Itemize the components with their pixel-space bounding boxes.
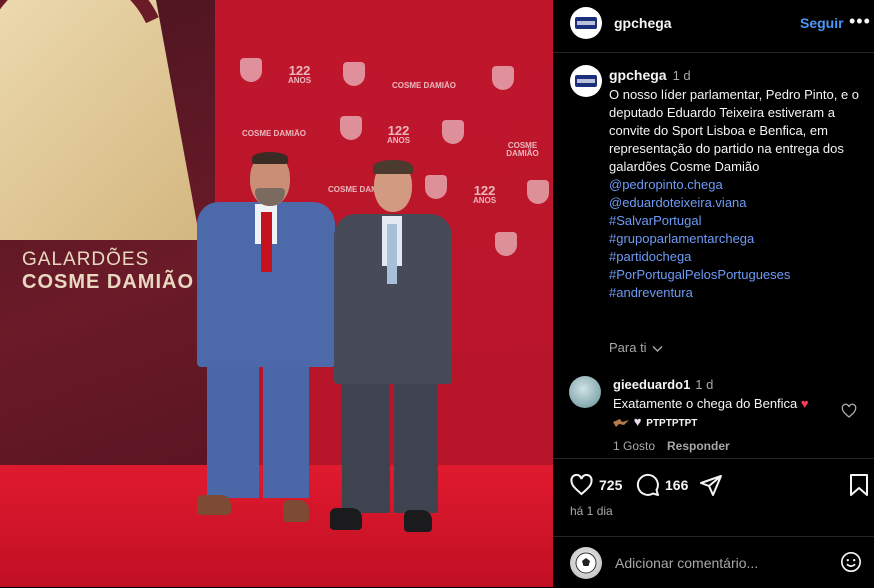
current-user-avatar [570,547,602,579]
comment-emoji-line: ♥ PTPTPTPT [613,414,697,429]
anniversary-mark: 122 ANOS [387,123,411,145]
comments-count[interactable]: 166 [665,477,688,493]
hashtag-link[interactable]: #SalvarPortugal [609,212,864,230]
likes-count[interactable]: 725 [599,477,622,493]
soccer-ball-icon [575,552,597,574]
share-send-icon[interactable] [699,473,723,497]
comment-like-heart-icon[interactable] [841,403,857,419]
anniversary-mark: 122 ANOS [288,63,312,85]
hashtag-link[interactable]: #PorPortugalPelosPortugueses [609,266,864,284]
mention-link[interactable]: @eduardoteixeira.viana [609,194,864,212]
comment-reply-button[interactable]: Responder [667,439,730,453]
comment-like-count[interactable]: 1 Gosto [613,439,655,453]
author-avatar[interactable] [570,7,602,39]
benfica-crest-icon [343,62,365,86]
benfica-crest-icon [527,180,549,204]
follow-button[interactable]: Seguir [800,15,844,31]
author-username[interactable]: gpchega [614,15,672,31]
caption-timestamp[interactable]: 1 d [673,68,691,83]
chevron-down-icon [652,345,663,352]
backdrop-title-line2: COSME DAMIÃO [22,270,194,293]
post-header: gpchega Seguir ••• [553,0,874,53]
add-comment-input[interactable] [615,555,825,571]
mention-link[interactable]: @pedropinto.chega [609,176,864,194]
hashtag-link[interactable]: #grupoparlamentarchega [609,230,864,248]
comment-timestamp: 1 d [695,377,714,392]
post-sidebar: gpchega Seguir ••• gpchega 1 d O nosso lí… [553,0,874,587]
hashtag-link[interactable]: #andreventura [609,284,864,302]
caption-tags: @pedropinto.chega @eduardoteixeira.viana #… [609,176,864,302]
brand-mark: COSME DAMIÃO [392,81,456,90]
red-heart-icon: ♥ [800,396,809,411]
commenter-username[interactable]: gieeduardo1 [613,377,690,392]
caption-text: O nosso líder parlamentar, Pedro Pinto, … [609,87,860,174]
comment-text: Exatamente o chega do Benfica ♥ [613,396,809,411]
benfica-crest-icon [340,116,362,140]
see-translation-link[interactable]: Para ti [609,340,663,355]
save-bookmark-icon[interactable] [849,473,869,497]
post-photo[interactable]: GALARDÕES COSME DAMIÃO 122 ANOS COSME DAM… [0,0,553,587]
caption-author-avatar[interactable] [570,65,602,97]
person-left [195,150,340,530]
hashtag-link[interactable]: #partidochega [609,248,864,266]
brand-mark: COSME DAMIÃO [506,141,539,158]
benfica-crest-icon [492,66,514,90]
post-actions-bar: 725 166 há 1 dia [553,458,874,529]
emoji-smiley-icon[interactable] [840,551,862,573]
like-heart-icon[interactable] [569,473,594,497]
caption-username[interactable]: gpchega [609,67,667,83]
commenter-avatar[interactable] [569,376,601,408]
benfica-crest-icon [240,58,262,82]
person-right [330,158,460,548]
backdrop-title: GALARDÕES COSME DAMIÃO [22,249,194,293]
white-heart-icon: ♥ [633,414,642,429]
brand-mark: COSME DAMIÃO [242,129,306,138]
more-options-icon[interactable]: ••• [849,11,871,32]
anniversary-mark: 122 ANOS [473,183,497,205]
chega-logo-icon [574,75,598,87]
backdrop-title-line1: GALARDÕES [22,249,150,270]
eagle-icon [613,419,629,428]
post-time-ago[interactable]: há 1 dia [570,504,613,518]
benfica-crest-icon [442,120,464,144]
chega-logo-icon [574,17,598,29]
add-comment-bar [553,536,874,588]
post-caption: gpchega 1 d O nosso líder parlamentar, Pe… [609,66,864,302]
benfica-crest-icon [495,232,517,256]
commenter-username-line: gieeduardo1 1 d [613,377,713,392]
comment-bubble-icon[interactable] [636,473,660,497]
